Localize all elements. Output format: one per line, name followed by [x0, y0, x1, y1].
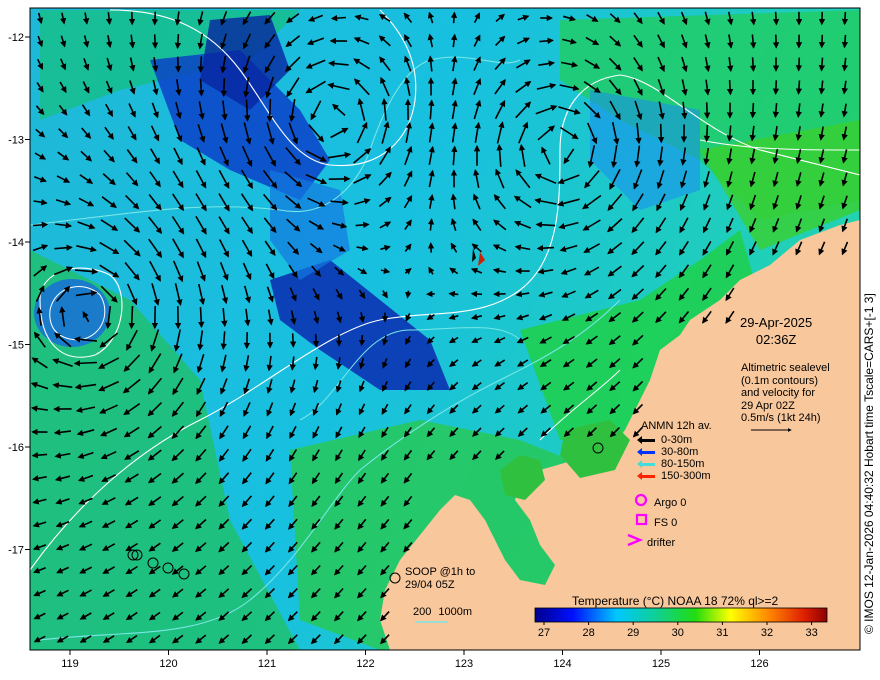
velocity-arrow — [312, 333, 320, 348]
velocity-arrow — [358, 334, 366, 347]
velocity-arrow — [772, 80, 780, 95]
velocity-arrow — [703, 125, 711, 143]
arrow-icon — [637, 459, 655, 468]
sst-field — [30, 8, 860, 650]
anmn-legend-label: 0-30m — [661, 434, 693, 446]
anmn-legend: ANMN 12h av. 0-30m 30-80m 80-150m 150-30… — [637, 420, 712, 482]
colorbar-tick-label: 28 — [582, 627, 594, 639]
y-tick-label: -14 — [8, 237, 24, 249]
velocity-arrow — [772, 11, 780, 26]
anmn-legend-row: 80-150m — [637, 458, 712, 470]
colorbar — [534, 607, 828, 623]
colorbar-tick-label: 27 — [538, 627, 550, 639]
y-tick-label: -16 — [8, 442, 24, 454]
date-stamp: 29-Apr-2025 02:36Z — [740, 314, 812, 348]
x-tick-label: 121 — [258, 658, 276, 670]
velocity-arrow — [220, 78, 228, 98]
anmn-legend-label: 80-150m — [661, 458, 705, 470]
velocity-arrow — [795, 80, 803, 95]
date-day: 29-Apr-2025 — [740, 315, 813, 330]
velocity-arrow — [244, 99, 251, 122]
velocity-arrow — [33, 221, 49, 229]
anmn-legend-row: 0-30m — [637, 434, 712, 446]
velocity-arrow — [128, 305, 135, 330]
credit-line: © IMOS 12-Jan-2026 04:40:32 Hobart time … — [862, 293, 876, 634]
x-tick-label: 125 — [652, 658, 670, 670]
arrow-icon — [637, 447, 655, 456]
y-axis: -12 -13 -14 -15 -16 -17 — [8, 32, 30, 557]
x-axis: 119 120 121 122 123 124 125 126 — [61, 650, 769, 670]
x-tick-label: 120 — [159, 658, 177, 670]
arrow-icon — [637, 435, 655, 444]
velocity-arrow — [73, 360, 98, 367]
y-tick-label: -17 — [8, 545, 24, 557]
velocity-arrow — [197, 56, 205, 73]
date-time: 02:36Z — [755, 332, 797, 347]
velocity-arrow — [749, 102, 757, 119]
altimetry-line: (0.1m contours) — [741, 374, 819, 387]
velocity-arrow — [174, 34, 182, 50]
x-tick-label: 123 — [455, 658, 473, 670]
velocity-arrow — [536, 244, 555, 252]
velocity-arrow — [197, 78, 205, 97]
anmn-legend-label: 30-80m — [661, 446, 699, 458]
velocity-arrow — [151, 34, 159, 49]
argo-label: Argo 0 — [654, 497, 687, 509]
x-tick-label: 119 — [61, 658, 79, 670]
velocity-arrow — [174, 56, 182, 73]
velocity-arrow — [818, 34, 826, 49]
velocity-arrow — [749, 57, 757, 72]
velocity-arrow — [470, 290, 483, 298]
drifter-label: drifter — [647, 537, 676, 549]
fs-label: FS 0 — [654, 517, 678, 529]
marker-legend: Argo 0 FS 0 drifter — [634, 493, 686, 553]
altimetry-line: and velocity for — [741, 387, 815, 399]
colorbar-title: Temperature (°C) NOAA 18 72% ql>=2 — [572, 594, 779, 608]
altimetry-line: 29 Apr 02Z — [741, 399, 795, 412]
colorbar-tick-label: 31 — [716, 627, 728, 639]
altimetry-note: Altimetric sealevel (0.1m contours) and … — [741, 362, 830, 425]
anmn-legend-row: 30-80m — [637, 446, 712, 458]
velocity-arrow — [198, 307, 205, 329]
velocity-arrow — [841, 34, 849, 49]
isobath-legend: 200 1000m — [413, 606, 472, 618]
velocity-arrow — [405, 290, 412, 299]
anmn-legend-title: ANMN 12h av. — [641, 420, 712, 432]
arrow-icon — [637, 471, 655, 480]
isobath-1000: 1000m — [438, 606, 473, 618]
y-tick-label: -15 — [8, 340, 24, 352]
velocity-arrow — [841, 11, 849, 26]
anmn-legend-label: 150-300m — [661, 470, 711, 482]
colorbar-tick-label: 29 — [627, 627, 639, 639]
velocity-arrow — [657, 123, 665, 144]
altimetry-line: Altimetric sealevel — [741, 362, 830, 374]
soop-line: SOOP @1h to — [405, 566, 476, 578]
argo-legend: Argo 0 — [634, 493, 686, 513]
velocity-arrow — [450, 11, 458, 24]
y-tick-label: -12 — [8, 32, 24, 44]
x-tick-label: 124 — [553, 658, 571, 670]
fs-legend: FS 0 — [634, 513, 686, 533]
drifter-legend: drifter — [634, 533, 686, 553]
colorbar-tick-label: 30 — [672, 627, 684, 639]
velocity-arrow — [703, 102, 711, 119]
x-tick-label: 126 — [750, 658, 768, 670]
velocity-arrow — [289, 333, 297, 348]
velocity-arrow — [330, 14, 346, 22]
soop-line: 29/04 05Z — [405, 579, 455, 591]
colorbar-tick-label: 32 — [761, 627, 773, 639]
altimetry-line: 0.5m/s (1kt 24h) — [741, 412, 821, 424]
velocity-arrow — [151, 11, 159, 26]
velocity-arrow — [818, 57, 826, 72]
y-tick-label: -13 — [8, 135, 24, 147]
velocity-arrow — [726, 79, 734, 96]
x-tick-label: 122 — [356, 658, 374, 670]
isobath-200: 200 — [413, 606, 432, 618]
velocity-arrow — [266, 98, 273, 123]
velocity-arrow — [795, 57, 803, 72]
soop-note: SOOP @1h to 29/04 05Z — [405, 566, 475, 592]
colorbar-tick-label: 33 — [805, 627, 817, 639]
anmn-legend-row: 150-300m — [637, 470, 712, 482]
velocity-arrow — [448, 290, 459, 298]
